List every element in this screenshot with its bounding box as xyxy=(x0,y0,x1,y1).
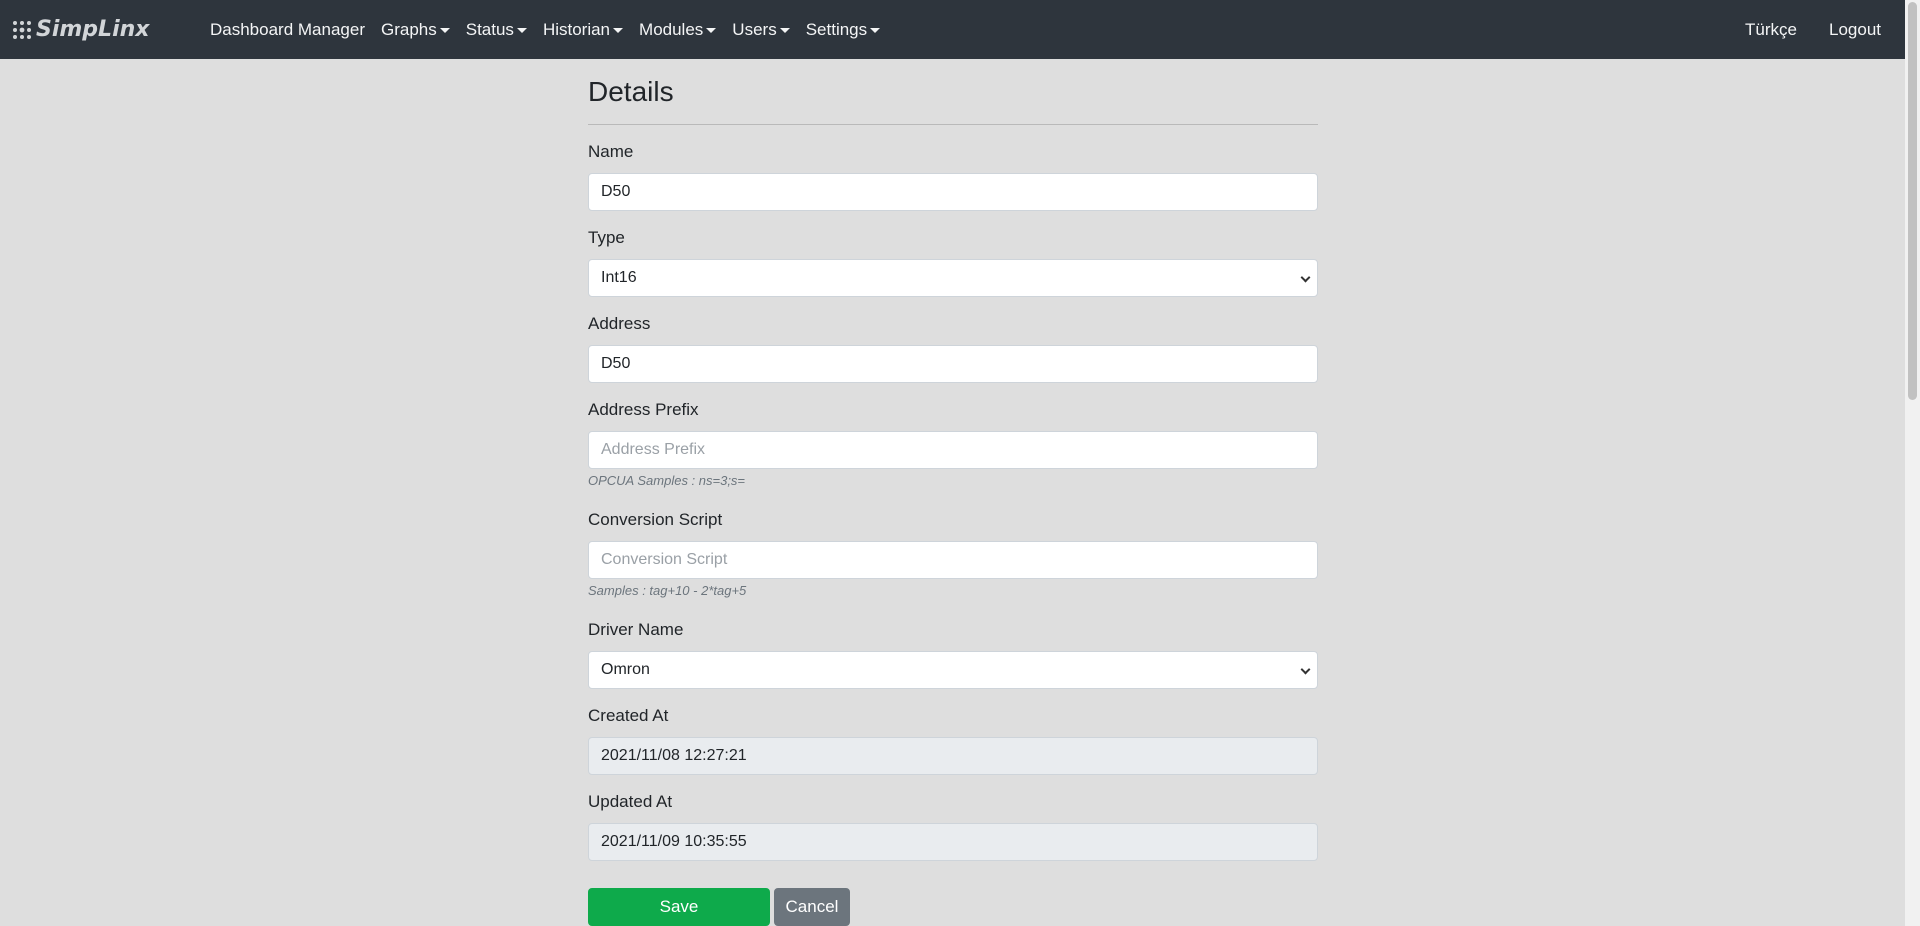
brand-name: SimpLinx xyxy=(36,17,150,42)
driver-name-label: Driver Name xyxy=(588,620,684,639)
cancel-button[interactable]: Cancel xyxy=(774,888,850,926)
nav-dashboard-manager-label: Dashboard Manager xyxy=(210,19,365,39)
type-select-value: Int16 xyxy=(601,269,637,286)
caret-down-icon xyxy=(706,28,717,33)
nav-settings-dropdown[interactable]: Settings xyxy=(805,19,881,40)
page-scrollbar[interactable] xyxy=(1905,0,1920,926)
scrollbar-thumb[interactable] xyxy=(1908,2,1917,400)
conversion-script-input[interactable] xyxy=(588,541,1318,579)
caret-down-icon xyxy=(516,28,527,33)
conversion-script-help: Samples : tag+10 - 2*tag+5 xyxy=(588,583,747,598)
nav-graphs-dropdown[interactable]: Graphs xyxy=(381,20,450,40)
language-label: Türkçe xyxy=(1745,19,1797,39)
chevron-down-icon xyxy=(1300,664,1311,675)
nav-users-dropdown[interactable]: Users xyxy=(732,19,790,40)
logout-link[interactable]: Logout xyxy=(1829,20,1881,40)
top-navbar: SimpLinx Dashboard Manager Graphs Status… xyxy=(0,0,1905,59)
grid-dots-icon xyxy=(13,21,31,39)
page-title: Details xyxy=(588,76,674,107)
updated-at-field xyxy=(588,823,1318,861)
driver-name-select-value: Omron xyxy=(601,661,650,678)
address-prefix-help: OPCUA Samples : ns=3;s= xyxy=(588,473,746,488)
save-button[interactable]: Save xyxy=(588,888,770,926)
conversion-script-label: Conversion Script xyxy=(588,510,723,529)
nav-right: Türkçe Logout xyxy=(1713,0,1881,59)
nav-dashboard-manager[interactable]: Dashboard Manager xyxy=(210,20,365,40)
type-label: Type xyxy=(588,228,625,247)
nav-historian-dropdown[interactable]: Historian xyxy=(542,19,624,40)
type-select[interactable]: Int16 xyxy=(588,259,1318,297)
name-input[interactable] xyxy=(588,173,1318,211)
chevron-down-icon xyxy=(1300,272,1311,283)
nav-status-dropdown[interactable]: Status xyxy=(466,20,527,40)
nav-modules-label: Modules xyxy=(639,19,704,39)
driver-name-select[interactable]: Omron xyxy=(588,651,1318,689)
caret-down-icon xyxy=(613,28,624,33)
created-at-label: Created At xyxy=(588,706,669,725)
brand-logo[interactable]: SimpLinx xyxy=(12,18,149,42)
address-prefix-label: Address Prefix xyxy=(588,400,699,419)
language-switch-link[interactable]: Türkçe xyxy=(1745,20,1797,40)
address-label: Address xyxy=(588,314,651,333)
nav-graphs-label: Graphs xyxy=(380,19,437,39)
address-input[interactable] xyxy=(588,345,1318,383)
main-nav: Dashboard Manager Graphs Status Historia… xyxy=(210,0,896,59)
caret-down-icon xyxy=(870,28,881,33)
created-at-field xyxy=(588,737,1318,775)
nav-historian-label: Historian xyxy=(542,19,611,39)
caret-down-icon xyxy=(439,28,450,33)
caret-down-icon xyxy=(779,28,790,33)
updated-at-label: Updated At xyxy=(588,792,673,811)
title-divider xyxy=(588,124,1318,125)
nav-users-label: Users xyxy=(732,19,777,39)
name-label: Name xyxy=(588,142,634,161)
cancel-button-label: Cancel xyxy=(785,897,839,916)
nav-modules-dropdown[interactable]: Modules xyxy=(639,19,717,40)
save-button-label: Save xyxy=(659,897,699,916)
logout-label: Logout xyxy=(1829,19,1881,39)
address-prefix-input[interactable] xyxy=(588,431,1318,469)
nav-status-label: Status xyxy=(465,19,514,39)
nav-settings-label: Settings xyxy=(805,19,868,39)
